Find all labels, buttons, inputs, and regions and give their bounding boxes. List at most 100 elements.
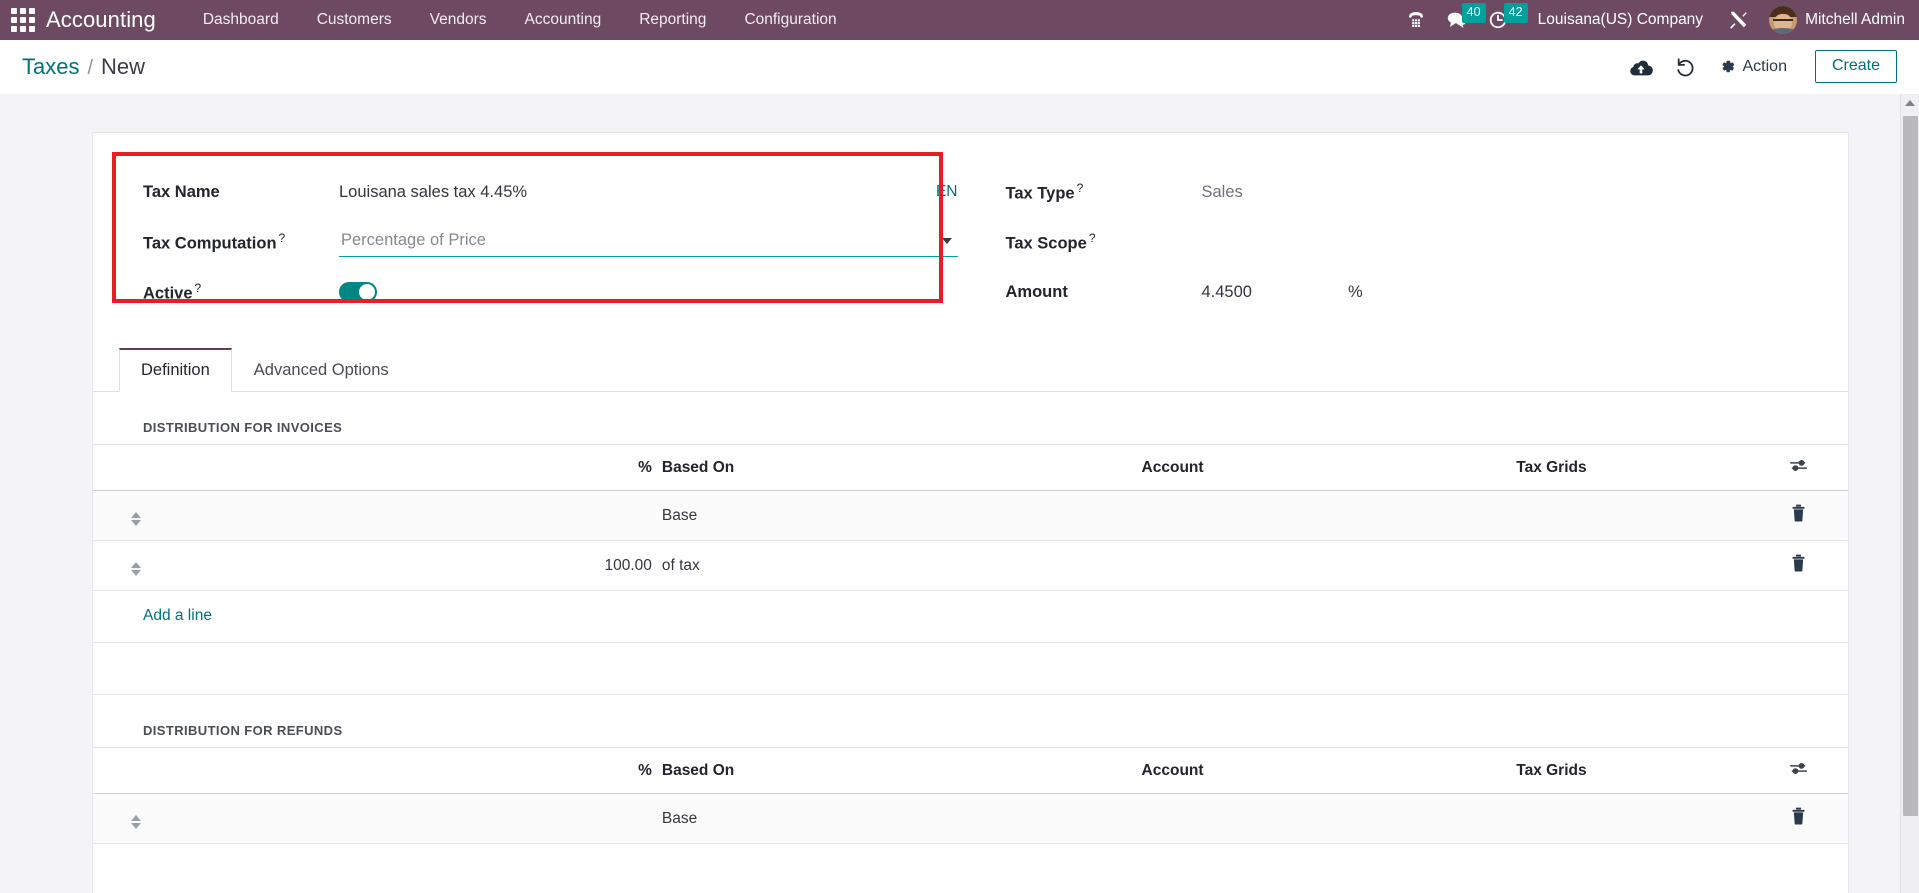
tax-computation-select[interactable]: Percentage of Price	[339, 227, 958, 257]
row-account[interactable]	[991, 540, 1354, 591]
menu-item-accounting[interactable]: Accounting	[506, 0, 621, 40]
amount-label: Amount	[1005, 282, 1068, 301]
form-view-scroll-area: Tax Name Louisana sales tax 4.45% EN Tax…	[0, 94, 1919, 893]
user-menu[interactable]: Mitchell Admin	[1797, 11, 1905, 29]
scroll-up-arrow-icon[interactable]	[1901, 94, 1919, 112]
wrench-screwdriver-icon[interactable]	[1717, 0, 1759, 40]
vertical-scrollbar[interactable]	[1900, 94, 1919, 893]
tax-name-label: Tax Name	[143, 182, 220, 201]
tax-type-label: Tax Type?	[1005, 180, 1084, 203]
menu-item-customers[interactable]: Customers	[298, 0, 411, 40]
row-tax-grids[interactable]	[1353, 490, 1750, 541]
tab-advanced-options[interactable]: Advanced Options	[232, 348, 411, 392]
table-row[interactable]: 100.00 of tax	[93, 540, 1848, 591]
phone-icon[interactable]	[1396, 0, 1436, 40]
breadcrumb-separator: /	[87, 56, 94, 79]
row-tax-grids[interactable]	[1353, 793, 1750, 844]
breadcrumb-taxes[interactable]: Taxes	[22, 54, 79, 80]
menu-item-dashboard[interactable]: Dashboard	[184, 0, 298, 40]
field-active: Active?	[143, 267, 976, 317]
tax-type-value[interactable]: Sales	[1202, 183, 1809, 202]
menu-item-reporting[interactable]: Reporting	[620, 0, 725, 40]
tab-definition[interactable]: Definition	[119, 348, 232, 392]
col-handle-header	[93, 444, 179, 491]
app-brand-accounting[interactable]: Accounting	[46, 7, 184, 33]
gear-icon	[1722, 60, 1734, 73]
action-label: Action	[1742, 57, 1787, 75]
row-based-on[interactable]: of tax	[661, 540, 992, 591]
row-delete-button[interactable]	[1749, 793, 1848, 844]
company-switcher[interactable]: Louisana(US) Company	[1518, 11, 1717, 29]
trash-icon	[1791, 504, 1806, 527]
field-tax-type: Tax Type? Sales	[1006, 167, 1809, 217]
table-row[interactable]: Base	[93, 793, 1848, 844]
row-drag-handle[interactable]	[93, 540, 179, 591]
activities-button[interactable]: 42	[1478, 0, 1528, 40]
row-delete-button[interactable]	[1749, 540, 1848, 591]
user-avatar[interactable]	[1769, 6, 1798, 34]
tax-type-help-icon[interactable]: ?	[1077, 181, 1084, 195]
row-based-on[interactable]: Base	[661, 490, 992, 541]
col-account-header[interactable]: Account	[991, 747, 1354, 794]
table-row[interactable]: Base	[93, 490, 1848, 541]
col-based-on-header[interactable]: Based On	[661, 747, 992, 794]
col-tax-grids-header[interactable]: Tax Grids	[1353, 444, 1750, 491]
tax-computation-help-icon[interactable]: ?	[279, 231, 286, 245]
tax-scope-help-icon[interactable]: ?	[1089, 231, 1096, 245]
chevron-down-icon	[941, 237, 952, 244]
form-sheet: Tax Name Louisana sales tax 4.45% EN Tax…	[92, 132, 1849, 893]
notebook-tabs: Definition Advanced Options	[93, 347, 1848, 392]
field-amount: Amount 4.4500 %	[1006, 267, 1809, 317]
field-tax-computation: Tax Computation? Percentage of Price	[143, 217, 976, 267]
table-filler-row	[93, 643, 1848, 695]
row-delete-button[interactable]	[1749, 490, 1848, 541]
row-account[interactable]	[991, 490, 1354, 541]
row-drag-handle[interactable]	[93, 490, 179, 541]
col-percent-header[interactable]: %	[178, 444, 662, 491]
tax-computation-value: Percentage of Price	[341, 231, 486, 249]
amount-unit: %	[1347, 282, 1363, 301]
row-based-on[interactable]: Base	[661, 793, 992, 844]
navbar-right-tools: 40 42 Louisana(US) Company Mitchell Admi…	[1396, 0, 1919, 40]
create-button[interactable]: Create	[1814, 50, 1897, 83]
language-badge-en[interactable]: EN	[936, 183, 958, 201]
col-percent-header[interactable]: %	[178, 747, 662, 794]
main-menu: Dashboard Customers Vendors Accounting R…	[184, 0, 856, 40]
active-label: Active?	[143, 280, 202, 303]
active-toggle[interactable]	[339, 282, 377, 302]
scrollbar-thumb[interactable]	[1903, 116, 1918, 816]
tax-scope-label: Tax Scope?	[1005, 230, 1096, 253]
control-panel-buttons: Action Create	[1619, 48, 1897, 86]
col-tax-grids-header[interactable]: Tax Grids	[1353, 747, 1750, 794]
row-tax-grids[interactable]	[1353, 540, 1750, 591]
top-navbar: Accounting Dashboard Customers Vendors A…	[0, 0, 1919, 40]
col-account-header[interactable]: Account	[991, 444, 1354, 491]
row-percent[interactable]: 100.00	[178, 540, 662, 591]
add-a-line-invoices[interactable]: Add a line	[93, 591, 1848, 643]
tax-name-input[interactable]: Louisana sales tax 4.45%	[339, 183, 936, 202]
row-percent[interactable]	[178, 793, 662, 844]
breadcrumb-current-new: New	[101, 53, 146, 79]
activities-count-badge: 42	[1503, 3, 1528, 23]
section-distribution-refunds: DISTRIBUTION FOR REFUNDS % Based On Acco…	[93, 695, 1848, 844]
optional-columns-icon[interactable]	[1749, 747, 1848, 794]
optional-columns-icon[interactable]	[1749, 444, 1848, 491]
invoices-section-title: DISTRIBUTION FOR INVOICES	[143, 420, 343, 435]
menu-item-vendors[interactable]: Vendors	[411, 0, 506, 40]
cloud-upload-icon[interactable]	[1619, 48, 1663, 86]
invoices-distribution-table: % Based On Account Tax Grids Base 100.00…	[93, 444, 1848, 591]
menu-item-configuration[interactable]: Configuration	[725, 0, 855, 40]
apps-grid-icon[interactable]	[0, 0, 46, 40]
row-account[interactable]	[991, 793, 1354, 844]
undo-icon[interactable]	[1663, 48, 1707, 86]
tax-computation-label: Tax Computation?	[143, 230, 286, 253]
row-drag-handle[interactable]	[93, 793, 179, 844]
row-percent[interactable]	[178, 490, 662, 541]
messages-button[interactable]: 40	[1436, 0, 1486, 40]
active-help-icon[interactable]: ?	[195, 281, 202, 295]
action-button[interactable]: Action	[1707, 48, 1803, 86]
trash-icon	[1791, 807, 1806, 830]
amount-input[interactable]: 4.4500	[1202, 283, 1252, 302]
table-header-row: % Based On Account Tax Grids	[93, 444, 1848, 491]
col-based-on-header[interactable]: Based On	[661, 444, 992, 491]
